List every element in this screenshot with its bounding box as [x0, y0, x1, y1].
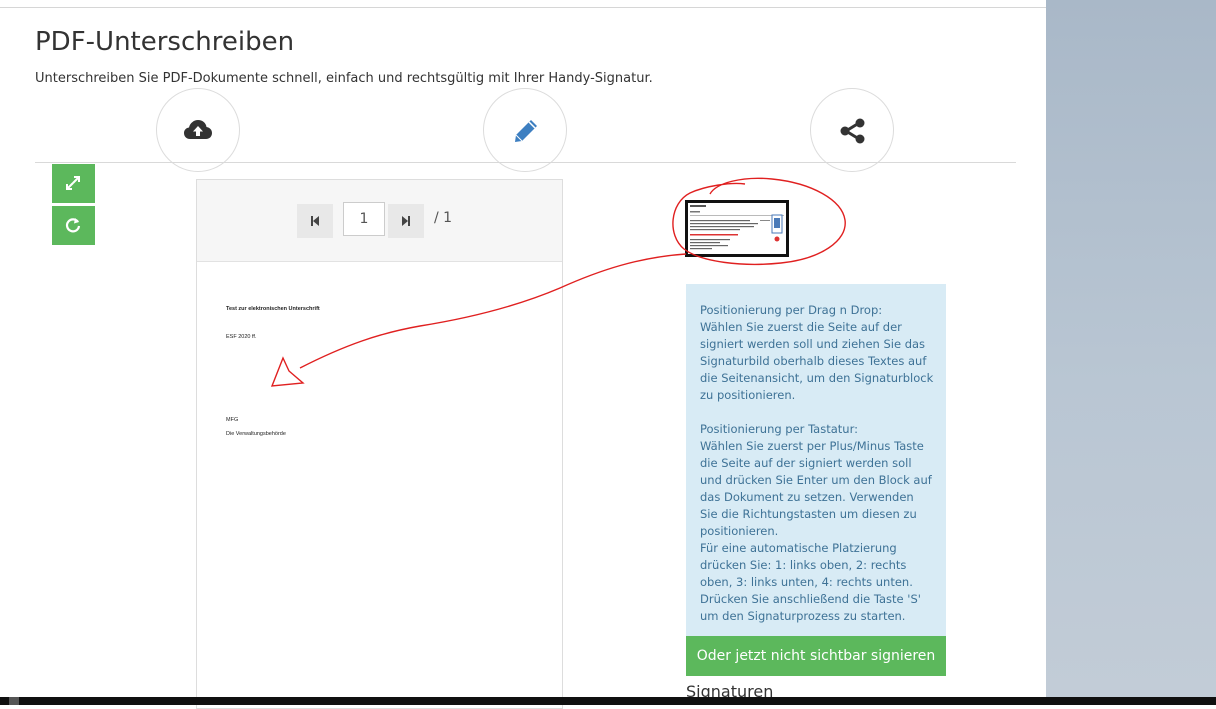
dragdrop-help: Positionierung per Drag n Drop: Wählen S… [700, 302, 934, 404]
last-page-icon [402, 216, 410, 226]
page-subtitle: Unterschreiben Sie PDF-Dokumente schnell… [35, 71, 653, 86]
step-sign[interactable] [483, 88, 567, 172]
keyboard-text: Wählen Sie zuerst per Plus/Minus Taste d… [700, 439, 932, 538]
share-icon [840, 118, 865, 144]
taskbar-marker [9, 697, 19, 705]
fullscreen-button[interactable] [52, 164, 95, 203]
keyboard-title: Positionierung per Tastatur: [700, 422, 858, 436]
reload-button[interactable] [52, 206, 95, 245]
dragdrop-title: Positionierung per Drag n Drop: [700, 303, 883, 317]
keyboard-help: Positionierung per Tastatur: Wählen Sie … [700, 421, 934, 540]
page-number-input[interactable] [343, 202, 385, 236]
page-total: / 1 [434, 210, 453, 226]
pdf-toolbar: / 1 [197, 180, 562, 262]
step-upload[interactable] [156, 88, 240, 172]
start-signing-text: Drücken Sie anschließend die Taste 'S' u… [700, 592, 921, 623]
doc-greeting: MFG [226, 417, 239, 423]
expand-icon [66, 176, 80, 190]
doc-reference: ESF 2020 ff. [226, 334, 257, 340]
page-title: PDF-Unterschreiben [35, 27, 295, 57]
signature-preview-graphic [690, 205, 784, 250]
pdf-viewer[interactable]: / 1 Test zur elektronischen Unterschrift… [196, 179, 563, 709]
desktop-background [1046, 0, 1216, 697]
first-page-button[interactable] [297, 204, 333, 238]
steps-divider [35, 162, 1016, 163]
taskbar [0, 697, 1216, 705]
signature-image[interactable] [685, 200, 789, 257]
doc-heading: Test zur elektronischen Unterschrift [226, 306, 320, 312]
sign-invisible-button[interactable]: Oder jetzt nicht sichtbar signieren [686, 636, 946, 676]
doc-sender: Die Verwaltungsbehörde [226, 431, 286, 437]
auto-placement-text: Für eine automatische Platzierung drücke… [700, 541, 913, 589]
pencil-icon [515, 120, 537, 142]
positioning-help: Positionierung per Drag n Drop: Wählen S… [686, 284, 946, 636]
last-page-button[interactable] [388, 204, 424, 238]
cloud-upload-icon [184, 120, 212, 139]
top-divider [0, 7, 1046, 8]
dragdrop-text: Wählen Sie zuerst die Seite auf der sign… [700, 320, 934, 402]
step-share[interactable] [810, 88, 894, 172]
first-page-icon [311, 216, 319, 226]
refresh-icon [65, 218, 81, 233]
